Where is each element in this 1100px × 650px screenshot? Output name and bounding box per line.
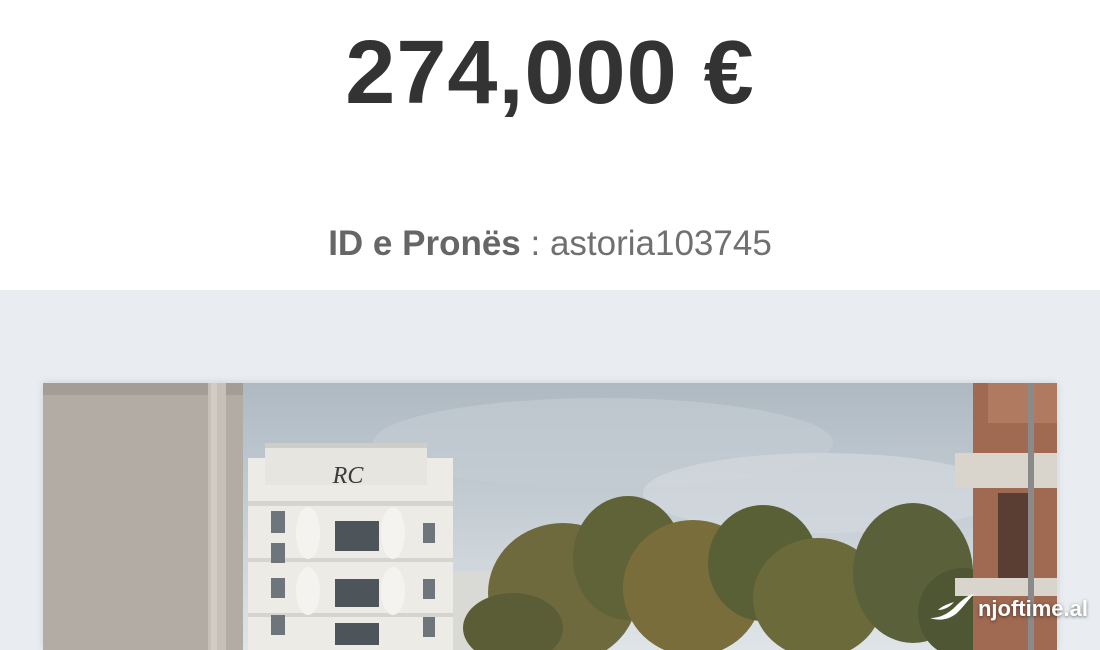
bird-logo-icon [929, 594, 974, 620]
property-id-label: ID e Pronës [328, 224, 521, 263]
property-id-line: ID e Pronës : astoria103745 [0, 224, 1100, 264]
property-photo[interactable]: RC [43, 383, 1057, 650]
watermark: njoftime.al [928, 592, 1088, 626]
building-monogram: RC [332, 463, 365, 489]
property-id-value: astoria103745 [549, 224, 772, 263]
listing-price: 274,000 € [345, 23, 755, 123]
property-id-separator: : [520, 224, 550, 263]
watermark-text: njoftime.al [977, 596, 1088, 621]
foreground-wall [43, 383, 243, 650]
